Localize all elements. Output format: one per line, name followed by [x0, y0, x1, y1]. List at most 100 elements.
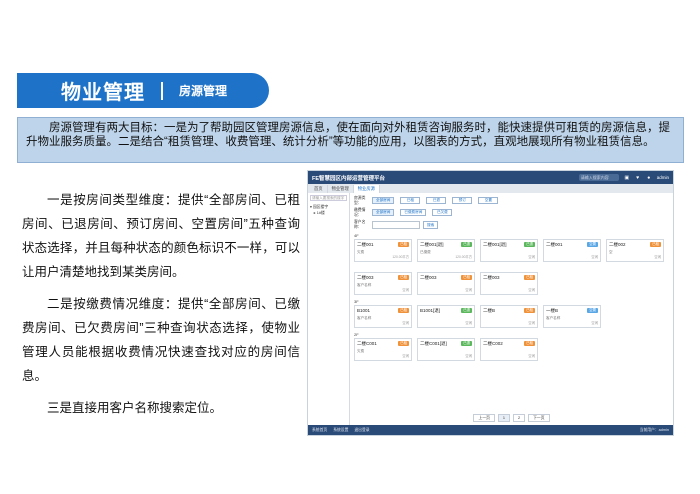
user-icon[interactable]: ● — [646, 175, 652, 181]
pagination: 上一页 1 2 下一页 — [350, 414, 673, 422]
app-body: 请输入要搜索的楼宇 ▾ 园区楼宇 ▸ 1#楼 房源类型： 全部房间 已租 已退 … — [308, 193, 673, 425]
room-status-badge: 已租 — [650, 242, 661, 247]
page-2-button[interactable]: 2 — [513, 414, 526, 422]
room-name: 二楼003 — [357, 275, 374, 280]
tab-home[interactable]: 首页 — [310, 185, 328, 193]
room-card[interactable]: 二楼B 已租 空闲 — [480, 305, 538, 328]
app-screenshot: FE智慧园区内部运营管理平台 请输入搜索内容 ▣ ♥ ● admin 首页 物业… — [307, 170, 674, 436]
filter-type-returned[interactable]: 已退 — [426, 197, 447, 204]
description: 一是按房间类型维度：提供“全部房间、已租房间、已退房间、预订房间、空置房间”五种… — [22, 188, 300, 428]
filter-type-reserved[interactable]: 预订 — [452, 197, 473, 204]
room-status-badge: 已租 — [461, 275, 472, 280]
page-1-button[interactable]: 1 — [497, 414, 510, 422]
floor-list: 4F 二楼001 已租 欠费 120.00平方 二楼001[退] 已退 已缴费 120.00平方… — [354, 233, 669, 361]
room-card[interactable]: 一楼B 空置 客户名称 空闲 — [543, 305, 601, 328]
room-name: B1001[退] — [420, 308, 441, 313]
room-status-badge: 已退 — [461, 341, 472, 346]
room-status-badge: 已退 — [524, 242, 535, 247]
room-area: 空闲 — [465, 288, 472, 292]
room-area: 空闲 — [465, 321, 472, 325]
status-current-user: 当前用户：admin — [639, 428, 669, 432]
room-card[interactable]: 二楼003 已租 空闲 — [417, 272, 475, 295]
floor-label: 2F — [354, 332, 359, 337]
section-title: 物业管理 — [61, 82, 145, 104]
tab-rooms[interactable]: 物业房源 — [353, 185, 380, 193]
room-status-badge: 已租 — [398, 242, 409, 247]
tree-node-building[interactable]: ▸ 1#楼 — [310, 210, 347, 216]
global-search-input[interactable]: 请输入搜索内容 — [578, 174, 619, 181]
bell-icon[interactable]: ♥ — [635, 175, 641, 181]
room-status-badge: 已租 — [524, 308, 535, 313]
prev-page-button[interactable]: 上一页 — [473, 414, 495, 422]
room-fee-status: 欠费 — [357, 349, 365, 353]
room-card[interactable]: 二楼003 已租 客户名称 空闲 — [354, 272, 412, 295]
room-status-badge: 已租 — [398, 308, 409, 313]
room-card[interactable]: 二楼001[退] 已退 已缴费 120.00平方 — [417, 239, 475, 262]
floor-label — [354, 266, 669, 271]
intro-text: 房源管理有两大目标：一是为了帮助园区管理房源信息，使在面向对外租赁咨询服务时，能… — [26, 122, 670, 148]
floor-label: 4F — [354, 233, 359, 238]
room-panel: 房源类型： 全部房间 已租 已退 预订 空置 缴费情况： 全部房间 已缴费房间 … — [350, 193, 673, 425]
fee-filter-row: 缴费情况： 全部房间 已缴费房间 已欠费 — [354, 208, 669, 217]
floor-label: 3F — [354, 299, 359, 304]
filter-type-all[interactable]: 全部房间 — [372, 197, 395, 204]
room-name: 二楼C001[退] — [420, 341, 447, 346]
customer-search-button[interactable]: 搜索 — [423, 220, 439, 229]
room-area: 空闲 — [591, 255, 598, 259]
room-area: 空闲 — [591, 321, 598, 325]
room-name: 二楼001[退] — [483, 242, 507, 247]
filter-fee-all[interactable]: 全部房间 — [372, 209, 395, 216]
next-page-button[interactable]: 下一页 — [528, 414, 550, 422]
room-card[interactable]: 二楼C001[退] 已退 空闲 — [417, 338, 475, 361]
type-filter-row: 房源类型： 全部房间 已租 已退 预订 空置 — [354, 196, 669, 205]
tab-property[interactable]: 物业管理 — [328, 185, 354, 193]
screen-icon[interactable]: ▣ — [624, 175, 630, 181]
room-card[interactable]: 二楼C001 已租 欠费 空闲 — [354, 338, 412, 361]
room-area: 空闲 — [402, 321, 409, 325]
room-name: 二楼B — [483, 308, 496, 313]
room-area: 120.00平方 — [392, 255, 409, 259]
room-card[interactable]: 二楼003 已租 空闲 — [480, 272, 538, 295]
room-status-badge: 空置 — [587, 242, 598, 247]
status-link-home[interactable]: 系统首页 — [312, 425, 327, 435]
filter-fee-paid[interactable]: 已缴费房间 — [400, 209, 427, 216]
customer-filter-row: 客户名称： 搜索 — [354, 220, 669, 229]
title-divider — [161, 81, 163, 100]
customer-name-input[interactable] — [372, 220, 420, 229]
room-card[interactable]: 二楼001 空置空闲 — [543, 239, 601, 262]
room-card[interactable]: 二楼001 已租 欠费 120.00平方 — [354, 239, 412, 262]
room-area: 空闲 — [654, 255, 661, 259]
sidebar-search-input[interactable]: 请输入要搜索的楼宇 — [310, 195, 347, 201]
room-status-badge: 已租 — [398, 341, 409, 346]
fee-filter-label: 缴费情况： — [354, 207, 366, 217]
filter-type-vacant[interactable]: 空置 — [478, 197, 499, 204]
filter-fee-owed[interactable]: 已欠费 — [432, 209, 453, 216]
intro-box: 房源管理有两大目标：一是为了帮助园区管理房源信息，使在面向对外租赁咨询服务时，能… — [17, 117, 684, 163]
room-fee-status: 客户名称 — [357, 316, 372, 320]
room-name: B1001 — [357, 308, 371, 313]
room-name: 二楼C001 — [357, 341, 377, 346]
app-topbar: FE智慧园区内部运营管理平台 请输入搜索内容 ▣ ♥ ● admin — [308, 171, 673, 184]
status-link-settings[interactable]: 系统设置 — [333, 425, 348, 435]
room-status-badge: 已租 — [524, 341, 535, 346]
room-name: 二楼C002 — [483, 341, 503, 346]
status-link-logout[interactable]: 退出登录 — [354, 425, 369, 435]
room-name: 二楼001 — [546, 242, 563, 247]
room-area: 空闲 — [528, 255, 535, 259]
room-grid: 二楼C001 已租 欠费 空闲 二楼C001[退] 已退 空闲 二楼C002 已租 空闲 — [354, 338, 669, 361]
room-status-badge: 已退 — [461, 242, 472, 247]
room-fee-status: 客户名称 — [546, 316, 561, 320]
room-card[interactable]: 二楼C002 已租 空闲 — [480, 338, 538, 361]
room-grid: 二楼001 已租 欠费 120.00平方 二楼001[退] 已退 已缴费 120.00平方 二楼… — [354, 239, 669, 262]
paragraph-2: 二是按缴费情况维度：提供“全部房间、已缴费房间、已欠费房间”三种查询状态选择，使… — [22, 297, 300, 383]
type-filter-label: 房源类型： — [354, 195, 366, 205]
user-name[interactable]: admin — [657, 175, 669, 180]
filter-type-rented[interactable]: 已租 — [400, 197, 421, 204]
room-card[interactable]: B1001 已租客户名称空闲 — [354, 305, 412, 328]
room-area: 空闲 — [528, 288, 535, 292]
room-card[interactable]: B1001[退] 已退 空闲 — [417, 305, 475, 328]
room-grid: 二楼003 已租 客户名称 空闲 二楼003 已租 空闲 二楼003 已租 空闲 — [354, 272, 669, 295]
room-status-badge: 已租 — [524, 275, 535, 280]
room-card[interactable]: 二楼002 已租空空闲 — [606, 239, 664, 262]
room-card[interactable]: 二楼001[退] 已退空闲 — [480, 239, 538, 262]
